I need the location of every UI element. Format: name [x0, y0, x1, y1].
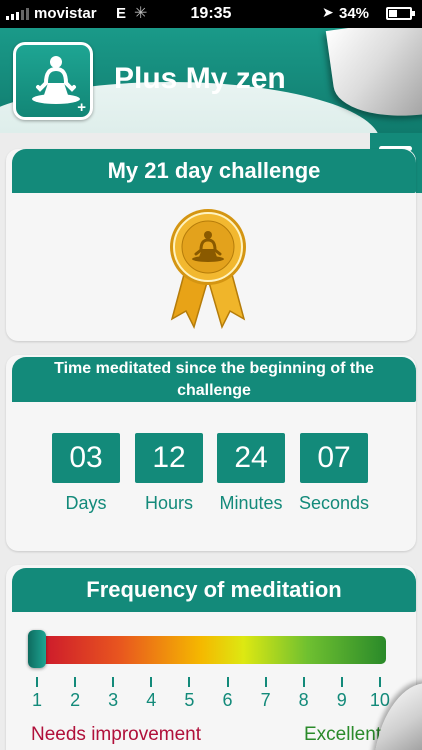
frequency-tick-label[interactable]: 8	[292, 690, 316, 711]
timer-title: Time meditated since the beginning of th…	[12, 357, 416, 402]
frequency-tick-label[interactable]: 5	[177, 690, 201, 711]
challenge-title: My 21 day challenge	[12, 149, 416, 193]
timer-days-label: Days	[65, 493, 107, 513]
frequency-slider-thumb[interactable]	[28, 630, 46, 668]
battery-percent: 34%	[339, 5, 370, 22]
frequency-tick	[112, 677, 115, 687]
plus-icon: +	[77, 99, 86, 116]
frequency-tick	[264, 677, 267, 687]
frequency-tick	[226, 677, 229, 687]
frequency-tick-label[interactable]: 10	[368, 690, 392, 711]
frequency-tick	[378, 677, 381, 687]
frequency-tick	[150, 677, 153, 687]
challenge-card: My 21 day challenge	[6, 149, 416, 341]
frequency-tick-label[interactable]: 7	[254, 690, 278, 711]
app-header: + Plus My zen	[0, 28, 422, 133]
timer-hours-label: Hours	[144, 493, 193, 513]
frequency-low-label: Needs improvement	[31, 724, 202, 745]
frequency-tick-label[interactable]: 1	[25, 690, 49, 711]
frequency-tick-label[interactable]: 9	[330, 690, 354, 711]
frequency-tick	[340, 677, 343, 687]
frequency-tick-label[interactable]: 2	[63, 690, 87, 711]
app-title: Plus My zen	[114, 62, 286, 95]
frequency-tick	[302, 677, 305, 687]
app-logo[interactable]: +	[13, 42, 93, 120]
timer-minutes-value: 24	[217, 433, 285, 483]
timer-hours-value: 12	[135, 433, 203, 483]
frequency-title: Frequency of meditation	[12, 568, 416, 612]
award-ribbon-icon	[170, 209, 246, 329]
location-arrow-icon: ➤	[322, 4, 334, 20]
status-bar: movistar E ✳ 19:35 ➤ 34%	[0, 0, 422, 28]
timer-minutes-label: Minutes	[219, 493, 283, 513]
frequency-tick	[36, 677, 38, 687]
timer-seconds-label: Seconds	[298, 493, 370, 513]
frequency-tick	[74, 677, 77, 687]
frequency-tick-label[interactable]: 4	[139, 690, 163, 711]
timer-seconds-value: 07	[300, 433, 368, 483]
battery-icon	[386, 7, 415, 20]
frequency-tick	[188, 677, 191, 687]
timer-days-value: 03	[52, 433, 120, 483]
frequency-high-label: Excellent	[304, 724, 382, 745]
frequency-tick-label[interactable]: 3	[101, 690, 125, 711]
frequency-slider-track[interactable]	[30, 636, 386, 664]
frequency-tick-label[interactable]: 6	[216, 690, 240, 711]
